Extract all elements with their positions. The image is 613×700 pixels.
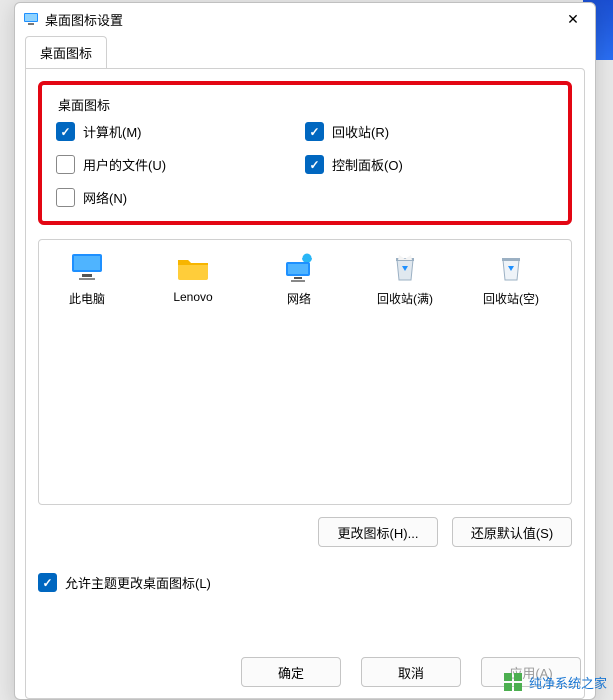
checkbox-box xyxy=(38,573,57,592)
preview-this-pc[interactable]: 此电脑 xyxy=(51,252,123,307)
cancel-button[interactable]: 取消 xyxy=(361,657,461,687)
screen: 桌面图标设置 ✕ 桌面图标 桌面图标 计算机(M) 回收站(R) xyxy=(0,0,613,700)
checkbox-label: 用户的文件(U) xyxy=(83,155,166,174)
group-legend: 桌面图标 xyxy=(58,95,554,114)
preview-recycle-full[interactable]: 回收站(满) xyxy=(369,252,441,307)
recycle-full-icon xyxy=(388,252,422,282)
checkbox-box xyxy=(305,122,324,141)
window-title: 桌面图标设置 xyxy=(45,10,559,29)
icon-action-buttons: 更改图标(H)... 还原默认值(S) xyxy=(38,517,572,547)
change-icon-button[interactable]: 更改图标(H)... xyxy=(318,517,438,547)
preview-recycle-empty[interactable]: 回收站(空) xyxy=(475,252,547,307)
restore-defaults-button[interactable]: 还原默认值(S) xyxy=(452,517,572,547)
watermark: 纯净系统之家 xyxy=(497,670,613,694)
preview-label: 网络 xyxy=(287,290,311,307)
checkbox-label: 允许主题更改桌面图标(L) xyxy=(65,573,211,592)
checkbox-computer[interactable]: 计算机(M) xyxy=(56,122,305,141)
checkbox-box xyxy=(305,155,324,174)
preview-network[interactable]: 网络 xyxy=(263,252,335,307)
tab-panel: 桌面图标 计算机(M) 回收站(R) 用户的文件(U) xyxy=(25,68,585,699)
app-icon xyxy=(23,11,39,27)
titlebar: 桌面图标设置 ✕ xyxy=(15,3,595,35)
watermark-text: 纯净系统之家 xyxy=(529,673,607,692)
close-button[interactable]: ✕ xyxy=(559,11,587,28)
network-icon xyxy=(282,252,316,282)
tab-label: 桌面图标 xyxy=(40,46,92,61)
allow-theme-checkbox[interactable]: 允许主题更改桌面图标(L) xyxy=(38,573,572,592)
preview-lenovo-folder[interactable]: Lenovo xyxy=(157,252,229,304)
folder-icon xyxy=(176,252,210,282)
checkbox-grid: 计算机(M) 回收站(R) 用户的文件(U) 控制面板(O) xyxy=(56,122,554,207)
checkbox-control-panel[interactable]: 控制面板(O) xyxy=(305,155,554,174)
preview-label: Lenovo xyxy=(173,290,212,304)
checkbox-network[interactable]: 网络(N) xyxy=(56,188,305,207)
tab-desktop-icons[interactable]: 桌面图标 xyxy=(25,36,107,69)
icon-preview-list[interactable]: 此电脑 Lenovo 网络 xyxy=(38,239,572,505)
preview-label: 回收站(满) xyxy=(377,290,433,307)
recycle-empty-icon xyxy=(494,252,528,282)
monitor-icon xyxy=(70,252,104,282)
checkbox-recycle-bin[interactable]: 回收站(R) xyxy=(305,122,554,141)
checkbox-label: 回收站(R) xyxy=(332,122,389,141)
checkbox-box xyxy=(56,155,75,174)
tabstrip: 桌面图标 xyxy=(15,35,595,68)
checkbox-user-files[interactable]: 用户的文件(U) xyxy=(56,155,305,174)
preview-label: 此电脑 xyxy=(69,290,105,307)
watermark-logo-icon xyxy=(503,672,523,692)
checkbox-box xyxy=(56,188,75,207)
checkbox-label: 控制面板(O) xyxy=(332,155,403,174)
checkbox-label: 网络(N) xyxy=(83,188,127,207)
preview-label: 回收站(空) xyxy=(483,290,539,307)
checkbox-box xyxy=(56,122,75,141)
desktop-icon-settings-dialog: 桌面图标设置 ✕ 桌面图标 桌面图标 计算机(M) 回收站(R) xyxy=(14,2,596,700)
ok-button[interactable]: 确定 xyxy=(241,657,341,687)
highlight-box: 桌面图标 计算机(M) 回收站(R) 用户的文件(U) xyxy=(38,81,572,225)
checkbox-label: 计算机(M) xyxy=(83,122,142,141)
